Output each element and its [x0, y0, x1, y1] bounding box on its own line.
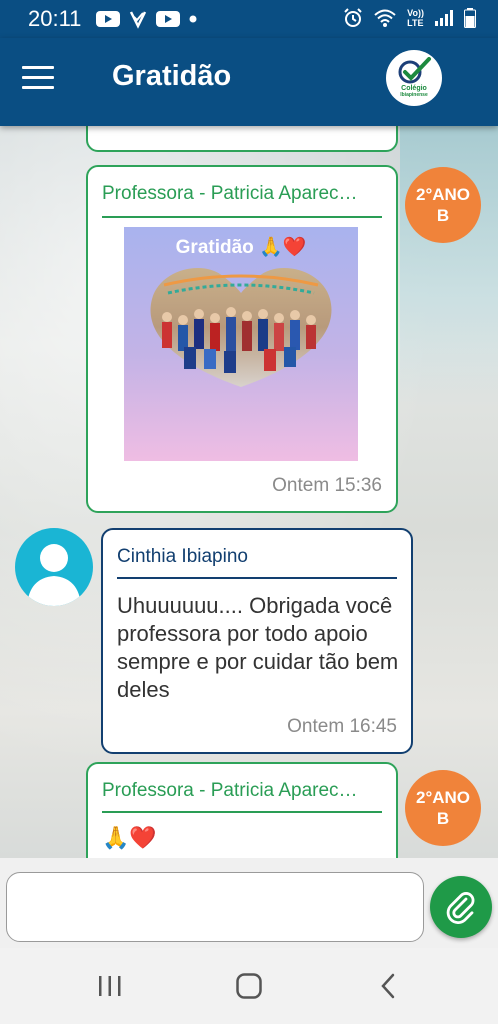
youtube-icon [156, 11, 180, 27]
logo-text-top: Colégio [401, 85, 427, 92]
app-bar: Gratidão Colégio Ibiapinense [0, 38, 498, 126]
heart-photo-frame [150, 268, 332, 387]
vpn-check-icon [129, 11, 147, 29]
youtube-icon [96, 11, 120, 27]
system-nav-bar [0, 948, 498, 1024]
paperclip-icon [446, 892, 475, 924]
attach-button[interactable] [430, 876, 492, 938]
person-avatar-icon[interactable] [15, 528, 93, 606]
message-time: Ontem 16:45 [287, 716, 397, 737]
notification-dot-icon [189, 15, 197, 23]
author-divider [102, 216, 382, 218]
home-button[interactable] [227, 966, 271, 1006]
previous-message-bubble[interactable] [86, 126, 398, 152]
status-left-icons [96, 9, 198, 29]
composer-bar [0, 858, 498, 948]
page-title: Gratidão [112, 60, 232, 92]
recent-apps-icon [99, 976, 121, 996]
school-logo: Colégio Ibiapinense [386, 50, 442, 106]
logo-check-icon [398, 57, 431, 84]
message-text: 🙏❤️ [102, 825, 157, 850]
volte-text-top: Vo)) [407, 8, 424, 18]
status-time: 20:11 [28, 6, 82, 31]
class-badge-line1: 2°ANO [415, 788, 471, 807]
volte-text-bottom: LTE [407, 18, 424, 28]
class-badge-line2: B [436, 809, 450, 828]
class-badge: 2°ANO B [405, 167, 481, 243]
alarm-icon [344, 8, 362, 27]
message-author: Professora - Patricia Aparec… [102, 780, 358, 801]
back-icon [381, 973, 395, 999]
message-bubble[interactable]: Professora - Patricia Aparec… Gratidão 🙏… [86, 165, 398, 513]
message-bubble[interactable]: Professora - Patricia Aparec… 🙏❤️ [86, 762, 398, 858]
status-right-icons: Vo)) LTE [343, 8, 476, 28]
message-author: Cinthia Ibiapino [117, 546, 248, 567]
logo-text-bottom: Ibiapinense [400, 92, 428, 98]
wifi-icon [374, 9, 396, 27]
home-icon [236, 973, 262, 999]
class-badge-line2: B [436, 206, 450, 225]
signal-icon [435, 10, 453, 26]
volte-icon: Vo)) LTE [407, 8, 424, 28]
author-divider [102, 811, 382, 813]
back-button[interactable] [366, 966, 410, 1006]
recent-apps-button[interactable] [88, 966, 132, 1006]
message-bubble[interactable]: Cinthia Ibiapino Uhuuuuuu.... Obrigada v… [101, 528, 413, 754]
message-time: Ontem 15:36 [272, 475, 382, 496]
post-image[interactable]: Gratidão 🙏❤️ [124, 227, 358, 461]
message-input[interactable] [6, 872, 424, 942]
chat-area[interactable]: Professora - Patricia Aparec… Gratidão 🙏… [0, 126, 498, 858]
class-badge: 2°ANO B [405, 770, 481, 846]
hamburger-menu-icon[interactable] [22, 66, 60, 96]
author-divider [117, 577, 397, 579]
message-text: Uhuuuuuu.... Obrigada você professora po… [117, 593, 399, 702]
battery-icon [464, 8, 476, 28]
status-bar: 20:11 Vo)) LTE [0, 0, 498, 38]
message-author: Professora - Patricia Aparec… [102, 183, 358, 204]
class-badge-line1: 2°ANO [415, 185, 471, 204]
